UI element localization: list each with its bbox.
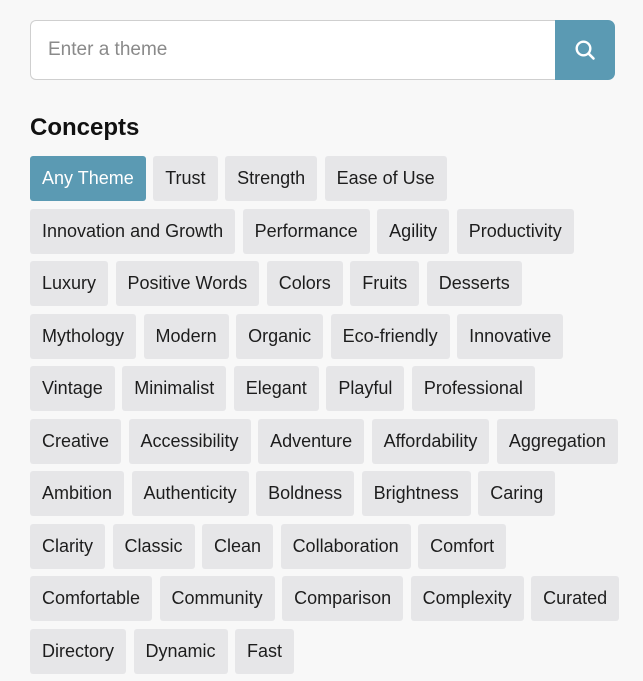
concept-tag[interactable]: Minimalist	[122, 366, 227, 411]
concept-tag[interactable]: Creative	[30, 418, 122, 464]
concept-tag[interactable]: Playful	[326, 366, 405, 411]
concept-tag[interactable]: Elegant	[233, 366, 319, 411]
concept-tag[interactable]: Directory	[30, 628, 127, 674]
concept-tag[interactable]: Comparison	[282, 576, 404, 621]
concept-tag[interactable]: Innovation and Growth	[30, 208, 236, 254]
concept-tag[interactable]: Clarity	[30, 523, 106, 569]
concept-tag[interactable]: Accessibility	[128, 418, 251, 464]
concept-tag[interactable]: Aggregation	[496, 418, 618, 464]
concept-tag[interactable]: Trust	[153, 156, 218, 201]
concept-tag[interactable]: Affordability	[371, 418, 490, 464]
concept-tag[interactable]: Desserts	[426, 261, 522, 306]
concept-tag[interactable]: Vintage	[30, 366, 115, 411]
concept-tag[interactable]: Comfort	[418, 523, 507, 569]
concept-tag[interactable]: Fast	[235, 628, 295, 674]
concept-tag[interactable]: Agility	[377, 208, 450, 254]
concept-tag[interactable]: Luxury	[30, 261, 109, 306]
concept-tag[interactable]: Positive Words	[115, 261, 260, 306]
concept-tag[interactable]: Clean	[202, 523, 274, 569]
concept-tag[interactable]: Adventure	[258, 418, 365, 464]
concept-tag[interactable]: Eco-friendly	[330, 313, 450, 359]
concept-tag[interactable]: Modern	[143, 313, 229, 359]
concept-tag[interactable]: Innovative	[457, 313, 564, 359]
concept-tag[interactable]: Collaboration	[280, 523, 411, 569]
search-button[interactable]	[555, 20, 615, 80]
concept-tag[interactable]: Any Theme	[30, 156, 146, 201]
theme-picker: Concepts Any ThemeTrustStrengthEase of U…	[0, 0, 643, 681]
search-icon	[575, 40, 595, 60]
theme-search-input[interactable]	[30, 20, 555, 80]
concept-tag[interactable]: Dynamic	[133, 628, 228, 674]
concept-tag[interactable]: Authenticity	[131, 471, 249, 516]
concept-tag[interactable]: Colors	[266, 261, 343, 306]
concept-tag-list: Any Theme Trust Strength Ease of Use Innovat…	[30, 156, 630, 681]
concept-tag[interactable]: Caring	[478, 471, 556, 516]
concept-tag[interactable]: Classic	[112, 523, 195, 569]
concept-tag[interactable]: Community	[159, 576, 275, 621]
concept-tag[interactable]: Performance	[242, 208, 370, 254]
concept-tag[interactable]: Curated	[531, 576, 620, 621]
concept-tag[interactable]: Comfortable	[30, 576, 153, 621]
search-bar	[30, 20, 615, 80]
concept-tag[interactable]: Professional	[411, 366, 535, 411]
concept-tag[interactable]: Brightness	[361, 471, 471, 516]
concepts-heading: Concepts	[30, 114, 140, 141]
concept-tag[interactable]: Complexity	[410, 576, 524, 621]
concept-tag[interactable]: Organic	[236, 313, 324, 359]
concept-tag[interactable]: Ambition	[30, 471, 125, 516]
concept-tag[interactable]: Ease of Use	[324, 156, 447, 201]
concept-tag[interactable]: Productivity	[456, 208, 574, 254]
concept-tag[interactable]: Boldness	[256, 471, 355, 516]
concept-tag[interactable]: Mythology	[30, 313, 137, 359]
concept-tag[interactable]: Fruits	[350, 261, 420, 306]
concept-tag[interactable]: Strength	[225, 156, 318, 201]
